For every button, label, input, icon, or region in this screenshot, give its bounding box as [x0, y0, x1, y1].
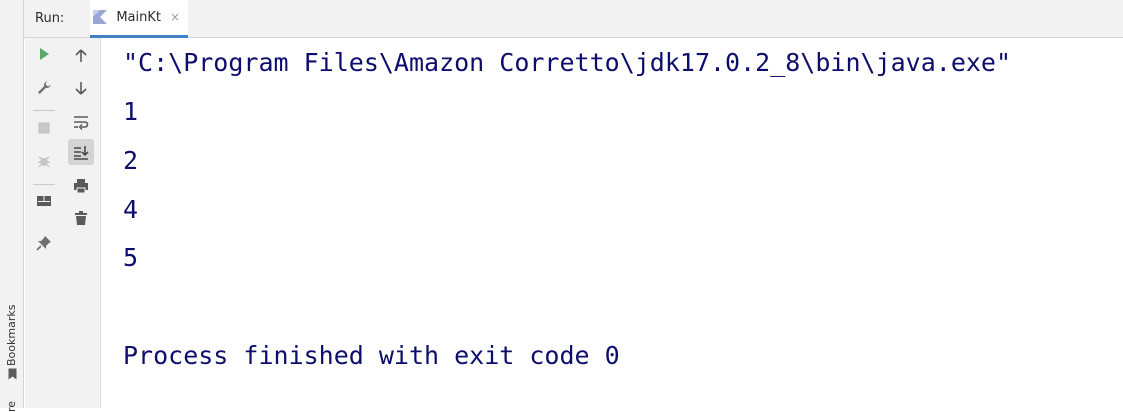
down-arrow-icon [75, 82, 87, 95]
layout-settings-button[interactable] [31, 188, 57, 214]
console-output[interactable]: "C:\Program Files\Amazon Corretto\jdk17.… [101, 38, 1123, 408]
pin-icon [36, 236, 51, 251]
up-arrow-icon [75, 49, 87, 62]
soft-wrap-icon [74, 116, 89, 130]
run-toolbar-secondary [61, 38, 101, 408]
stop-button[interactable] [31, 115, 57, 141]
tab-mainkt[interactable]: MainKt × [90, 0, 189, 38]
left-tool-strip: Bookmarks re [0, 0, 24, 412]
console-output-line: 1 [123, 97, 139, 126]
run-label: Run: [35, 11, 65, 26]
stop-icon [38, 122, 50, 134]
wrench-icon [38, 81, 51, 94]
run-toolbar-primary [25, 38, 61, 408]
debug-disabled-icon [38, 156, 50, 168]
bookmarks-tab[interactable]: Bookmarks [2, 282, 22, 380]
bookmarks-label: Bookmarks [5, 304, 18, 366]
print-button[interactable] [68, 173, 94, 199]
tab-title: MainKt [116, 9, 161, 25]
process-exit-message: Process finished with exit code 0 [123, 341, 620, 370]
scroll-to-end-button[interactable] [68, 139, 94, 165]
structure-tab[interactable]: re [2, 372, 22, 412]
console-command-line: "C:\Program Files\Amazon Corretto\jdk17.… [123, 48, 1012, 77]
print-icon [74, 179, 88, 194]
previous-occurrence-button[interactable] [68, 43, 94, 69]
close-icon[interactable]: × [170, 10, 180, 24]
modify-run-config-button[interactable] [31, 75, 57, 101]
debug-button[interactable] [31, 148, 57, 174]
toolbar-separator [33, 184, 55, 185]
console-output-line: 5 [123, 243, 139, 272]
scroll-to-end-icon [74, 146, 89, 160]
pin-tab-button[interactable] [31, 230, 57, 256]
kotlin-file-icon [93, 10, 108, 24]
clear-all-button[interactable] [68, 205, 94, 231]
trash-icon [75, 211, 87, 225]
bookmarks-tab-inner: Bookmarks [2, 282, 22, 380]
next-occurrence-button[interactable] [68, 75, 94, 101]
rerun-icon [40, 48, 49, 60]
run-tool-window-header: Run: MainKt × [24, 0, 1123, 38]
rerun-button[interactable] [31, 41, 57, 67]
structure-tab-label: re [5, 400, 18, 412]
soft-wrap-button[interactable] [68, 109, 94, 135]
layout-icon [37, 196, 51, 206]
toolbar-separator [33, 110, 55, 111]
console-output-line: 4 [123, 195, 139, 224]
console-output-line: 2 [123, 146, 139, 175]
